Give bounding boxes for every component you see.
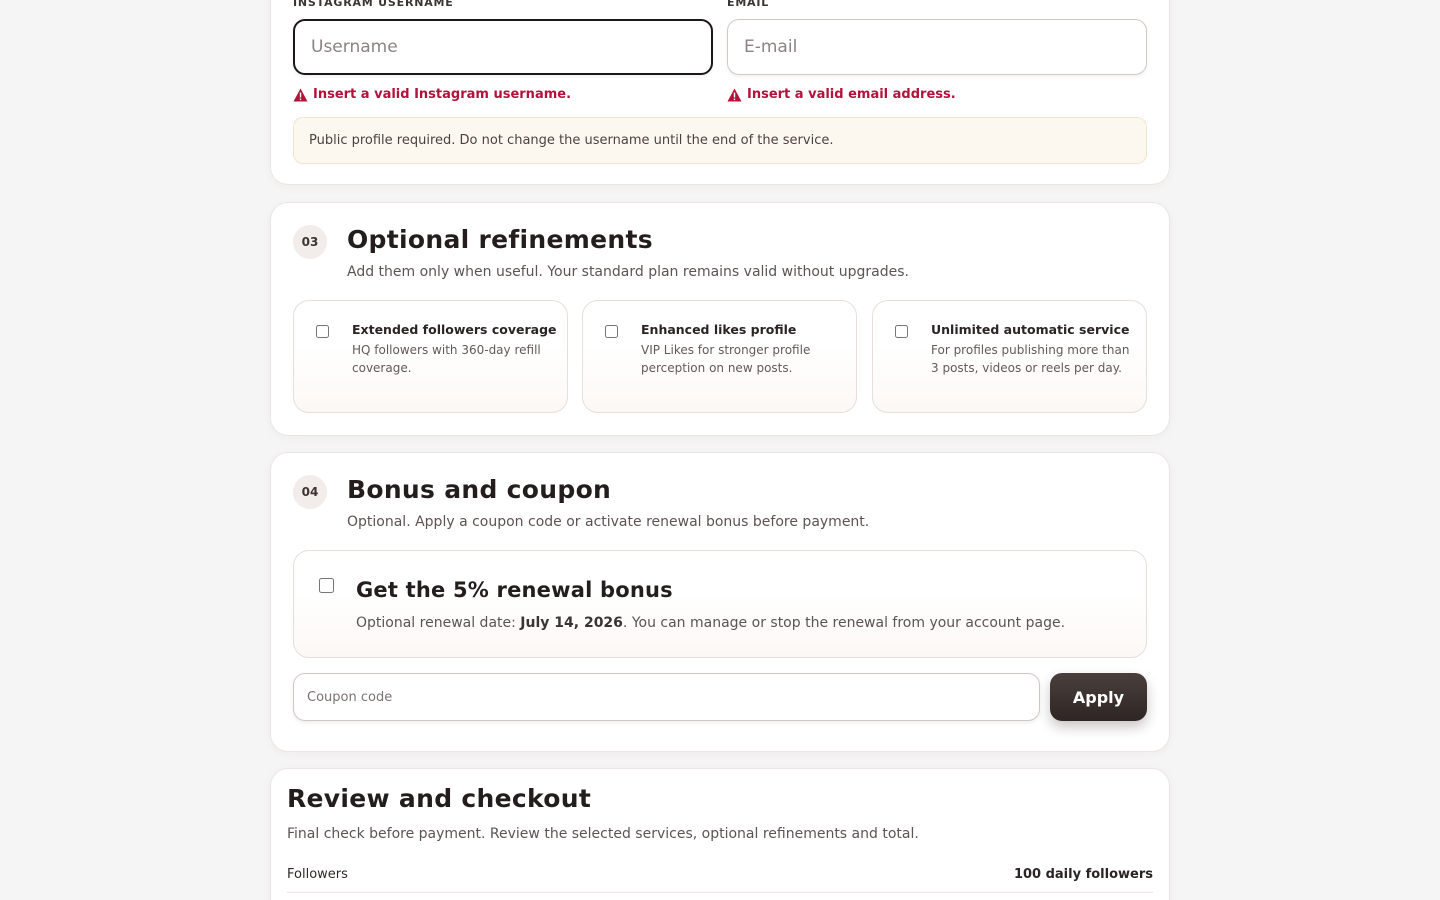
username-input[interactable] xyxy=(293,19,713,75)
step-badge: 04 xyxy=(293,475,327,509)
review-row-label: Followers xyxy=(287,867,348,882)
review-subtitle: Final check before payment. Review the s… xyxy=(287,826,919,842)
public-profile-notice: Public profile required. Do not change t… xyxy=(293,117,1147,164)
review-row-followers: Followers 100 daily followers xyxy=(287,867,1153,893)
review-title: Review and checkout xyxy=(287,784,592,813)
renewal-date: July 14, 2026 xyxy=(520,615,623,631)
renewal-bonus-checkbox[interactable] xyxy=(319,578,334,593)
username-label: INSTAGRAM USERNAME xyxy=(293,0,454,9)
warning-triangle-icon xyxy=(293,88,308,102)
option-description: VIP Likes for stronger profile perceptio… xyxy=(641,343,811,375)
option-checkbox[interactable] xyxy=(316,325,329,338)
coupon-input[interactable] xyxy=(293,673,1040,721)
email-error: Insert a valid email address. xyxy=(727,87,956,102)
renewal-suffix: . You can manage or stop the renewal fro… xyxy=(622,615,1066,631)
email-label: EMAIL xyxy=(727,0,770,9)
email-error-text: Insert a valid email address. xyxy=(747,87,956,102)
email-input[interactable] xyxy=(727,19,1147,75)
username-error-text: Insert a valid Instagram username. xyxy=(313,87,572,102)
username-error: Insert a valid Instagram username. xyxy=(293,87,571,102)
review-card: Review and checkout Final check before p… xyxy=(270,768,1170,900)
warning-triangle-icon xyxy=(727,88,742,102)
option-description: HQ followers with 360-day refill coverag… xyxy=(352,343,541,375)
renewal-prefix: Optional renewal date: xyxy=(356,615,521,631)
apply-coupon-button[interactable]: Apply xyxy=(1050,673,1147,721)
option-enhanced-likes[interactable]: Enhanced likes profile VIP Likes for str… xyxy=(582,300,857,413)
review-row-value: 100 daily followers xyxy=(1013,867,1153,882)
option-checkbox[interactable] xyxy=(605,325,618,338)
option-checkbox[interactable] xyxy=(895,325,908,338)
step-badge: 03 xyxy=(293,225,327,259)
section-subtitle: Optional. Apply a coupon code or activat… xyxy=(347,514,870,530)
section-title: Optional refinements xyxy=(347,225,653,254)
renewal-bonus-option[interactable]: Get the 5% renewal bonus Optional renewa… xyxy=(293,550,1147,658)
section-subtitle: Add them only when useful. Your standard… xyxy=(347,264,909,280)
contact-card: INSTAGRAM USERNAME Insert a valid Instag… xyxy=(270,0,1170,185)
refinements-card: 03 Optional refinements Add them only wh… xyxy=(270,202,1170,436)
option-extended-followers[interactable]: Extended followers coverage HQ followers… xyxy=(293,300,568,413)
renewal-bonus-title: Get the 5% renewal bonus xyxy=(356,578,673,602)
option-title: Enhanced likes profile xyxy=(641,322,797,337)
option-description: For profiles publishing more than 3 post… xyxy=(931,343,1130,375)
option-title: Extended followers coverage xyxy=(352,322,557,337)
section-title: Bonus and coupon xyxy=(347,475,612,504)
option-title: Unlimited automatic service xyxy=(931,322,1130,337)
bonus-card: 04 Bonus and coupon Optional. Apply a co… xyxy=(270,452,1170,752)
renewal-bonus-description: Optional renewal date: July 14, 2026. Yo… xyxy=(356,615,1065,631)
option-unlimited-service[interactable]: Unlimited automatic service For profiles… xyxy=(872,300,1147,413)
